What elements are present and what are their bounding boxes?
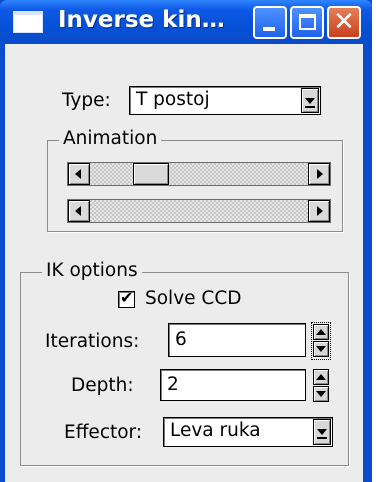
effector-dropdown-button[interactable] [313,419,331,445]
ik-options-group-title: IK options [42,260,142,281]
iterations-value: 6 [175,329,187,350]
arrow-right-icon [317,169,323,179]
depth-value: 2 [167,374,179,395]
slider-right-button[interactable] [308,163,330,185]
window-icon [13,11,43,33]
arrow-left-icon [75,169,81,179]
depth-stepper[interactable] [313,369,329,403]
type-dropdown-value: T postoj [136,89,210,110]
animation-slider-bottom[interactable] [67,199,331,223]
arrow-left-icon [75,206,81,216]
iterations-decrement-button[interactable] [313,341,329,357]
close-icon: ✕ [333,7,355,37]
effector-label: Effector: [64,422,143,443]
dialog-body: Type: T postoj Animation IK options ✔ So… [5,44,363,482]
animation-slider-top[interactable] [67,162,331,186]
iterations-stepper[interactable] [311,322,331,360]
depth-input[interactable]: 2 [160,369,306,401]
depth-decrement-button[interactable] [313,386,329,402]
arrow-up-icon [316,329,326,335]
close-button[interactable]: ✕ [327,6,361,39]
slider-left-button[interactable] [68,163,90,185]
solve-ccd-checkbox[interactable]: ✔ [118,288,135,308]
minimize-button[interactable] [253,6,287,39]
solve-ccd-label[interactable]: Solve CCD [145,288,242,309]
effector-dropdown[interactable]: Leva ruka [163,417,333,447]
slider-right-button[interactable] [308,200,330,222]
arrow-down-icon [316,391,326,397]
depth-label: Depth: [71,375,134,396]
effector-dropdown-value: Leva ruka [170,420,261,441]
type-dropdown-button[interactable] [301,88,319,113]
window-frame: Inverse kin… ✕ Type: T postoj Animation [0,0,372,482]
animation-group-title: Animation [59,128,162,149]
window-title: Inverse kin… [58,7,225,33]
minimize-icon [263,27,275,31]
iterations-label: Iterations: [45,331,140,352]
maximize-icon [299,14,316,30]
type-dropdown[interactable]: T postoj [129,86,321,115]
checkmark-icon: ✔ [120,288,134,307]
depth-increment-button[interactable] [313,369,329,385]
slider-thumb[interactable] [133,163,169,185]
maximize-button[interactable] [290,6,324,39]
title-bar[interactable]: Inverse kin… ✕ [0,0,372,44]
type-label: Type: [62,90,111,111]
arrow-down-icon [316,346,326,352]
arrow-up-icon [316,374,326,380]
iterations-increment-button[interactable] [313,324,329,340]
arrow-right-icon [317,206,323,216]
slider-left-button[interactable] [68,200,90,222]
chevron-down-icon [305,98,315,104]
iterations-input[interactable]: 6 [168,323,306,357]
chevron-down-icon [317,429,327,435]
